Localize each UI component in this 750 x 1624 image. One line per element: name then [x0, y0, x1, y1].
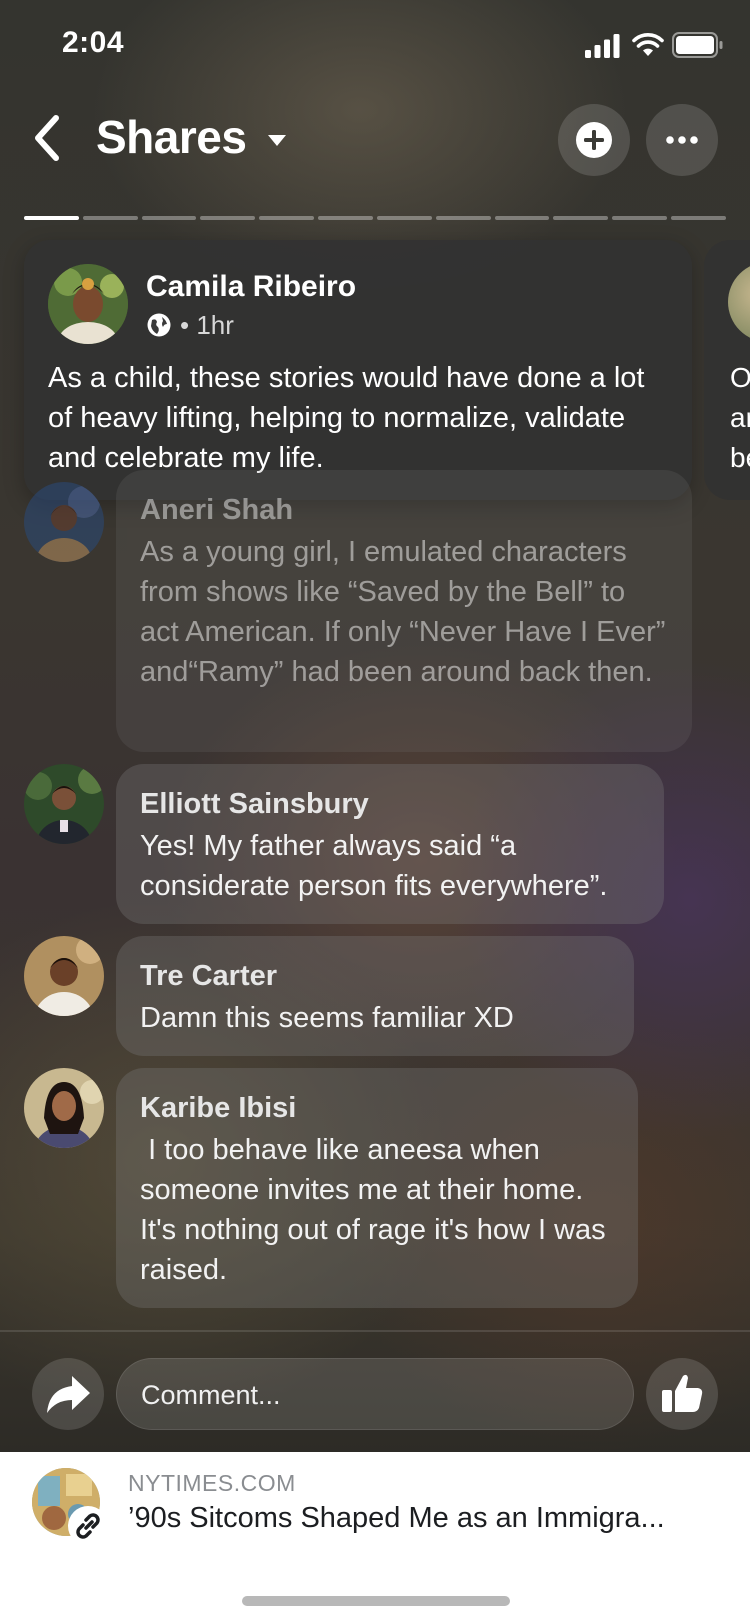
link-source: NYTIMES.COM [128, 1470, 296, 1496]
progress-segment [200, 216, 256, 220]
avatar [728, 262, 750, 342]
story-author-name[interactable]: Camila Ribeiro [146, 270, 356, 304]
add-story-button[interactable] [558, 104, 630, 176]
comment-input[interactable]: Comment... [116, 1358, 634, 1430]
status-time: 2:04 [62, 26, 125, 59]
comment-bar: Comment... [0, 1344, 750, 1440]
progress-segment [141, 216, 197, 220]
progress-segment [494, 216, 550, 220]
link-title[interactable]: ’90s Sitcoms Shaped Me as an Immigra... [128, 1502, 718, 1535]
share-arrow-icon [47, 1376, 90, 1413]
header: Shares [0, 98, 750, 184]
story-text: As a child, these stories would have don… [48, 362, 645, 474]
progress-segment [82, 216, 138, 220]
back-chevron-icon[interactable] [28, 112, 68, 164]
avatar[interactable] [24, 1068, 104, 1148]
avatar[interactable] [48, 264, 128, 344]
more-options-button[interactable] [646, 104, 718, 176]
comment-text: Damn this seems familiar XD [140, 1002, 514, 1034]
globe-icon [147, 313, 171, 337]
comment-input-placeholder: Comment... [141, 1380, 281, 1410]
wifi-icon [632, 33, 664, 56]
divider [0, 1330, 750, 1332]
comment-text: As a young girl, I emulated characters f… [140, 536, 674, 688]
share-button[interactable] [32, 1358, 104, 1430]
avatar[interactable] [24, 482, 104, 562]
progress-segment [24, 216, 79, 220]
story-timestamp: • 1hr [180, 310, 234, 340]
thumbs-up-icon [662, 1374, 703, 1412]
battery-icon [672, 32, 723, 58]
story-progress-bar [24, 216, 726, 220]
comment-bubble[interactable]: Tre Carter Damn this seems familiar XD [116, 936, 634, 1056]
progress-segment [318, 216, 373, 220]
comment-author[interactable]: Elliott Sainsbury [140, 786, 640, 822]
like-button[interactable] [646, 1358, 718, 1430]
comment-bubble[interactable]: Karibe Ibisi I too behave like aneesa wh… [116, 1068, 638, 1308]
progress-segment [671, 216, 726, 220]
avatar[interactable] [24, 936, 104, 1016]
more-dots-icon [666, 136, 698, 144]
cellular-signal-icon [585, 34, 620, 58]
link-attachment-bar[interactable]: NYTIMES.COM ’90s Sitcoms Shaped Me as an… [0, 1452, 750, 1624]
comment-text: Yes! My father always said “a considerat… [140, 830, 608, 902]
next-story-card-peek[interactable]: O ar be [704, 240, 750, 500]
progress-segment [435, 216, 491, 220]
next-story-text-peek: O ar be [730, 362, 750, 473]
progress-segment [612, 216, 668, 220]
story-card[interactable]: Camila Ribeiro • 1hr As a child, these s… [24, 240, 692, 500]
progress-segment [553, 216, 609, 220]
progress-segment [376, 216, 432, 220]
comment-bubble[interactable]: Aneri Shah As a young girl, I emulated c… [116, 470, 692, 752]
progress-segment [259, 216, 315, 220]
comment-author[interactable]: Karibe Ibisi [140, 1090, 614, 1126]
plus-circle-icon [576, 122, 612, 158]
link-icon [68, 1506, 108, 1546]
comment-bubble[interactable]: Elliott Sainsbury Yes! My father always … [116, 764, 664, 924]
comment-author[interactable]: Tre Carter [140, 958, 610, 994]
caret-down-icon[interactable] [266, 132, 288, 148]
status-bar: 2:04 [0, 0, 750, 88]
home-indicator[interactable] [242, 1596, 510, 1606]
comment-author[interactable]: Aneri Shah [140, 492, 668, 528]
page-title[interactable]: Shares [96, 110, 247, 164]
avatar[interactable] [24, 764, 104, 844]
comment-text: I too behave like aneesa when someone in… [140, 1134, 614, 1286]
avatar-photo [48, 264, 128, 344]
